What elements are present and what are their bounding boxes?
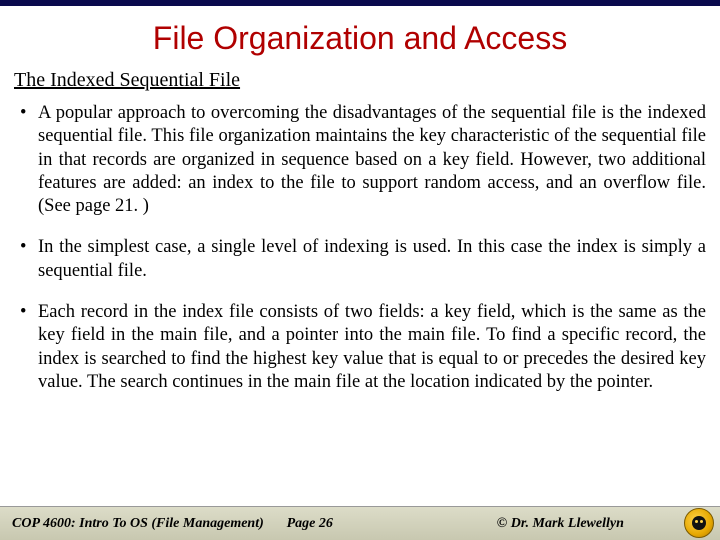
bullet-icon: •: [14, 301, 38, 394]
footer-page: Page 26: [287, 516, 477, 532]
slide-title: File Organization and Access: [0, 20, 720, 57]
university-logo-icon: [684, 508, 714, 538]
bullet-text: Each record in the index file consists o…: [38, 301, 706, 394]
footer-course: COP 4600: Intro To OS (File Management): [12, 516, 287, 532]
bullet-text: A popular approach to overcoming the dis…: [38, 102, 706, 218]
slide-footer: COP 4600: Intro To OS (File Management) …: [0, 506, 720, 540]
slide: File Organization and Access The Indexed…: [0, 0, 720, 540]
bullet-icon: •: [14, 236, 38, 283]
list-item: • In the simplest case, a single level o…: [14, 236, 706, 283]
bullet-list: • A popular approach to overcoming the d…: [14, 102, 706, 394]
list-item: • A popular approach to overcoming the d…: [14, 102, 706, 218]
list-item: • Each record in the index file consists…: [14, 301, 706, 394]
footer-author: © Dr. Mark Llewellyn: [477, 516, 708, 532]
slide-body: • A popular approach to overcoming the d…: [0, 102, 720, 506]
bullet-icon: •: [14, 102, 38, 218]
bullet-text: In the simplest case, a single level of …: [38, 236, 706, 283]
slide-subtitle: The Indexed Sequential File: [14, 69, 706, 92]
